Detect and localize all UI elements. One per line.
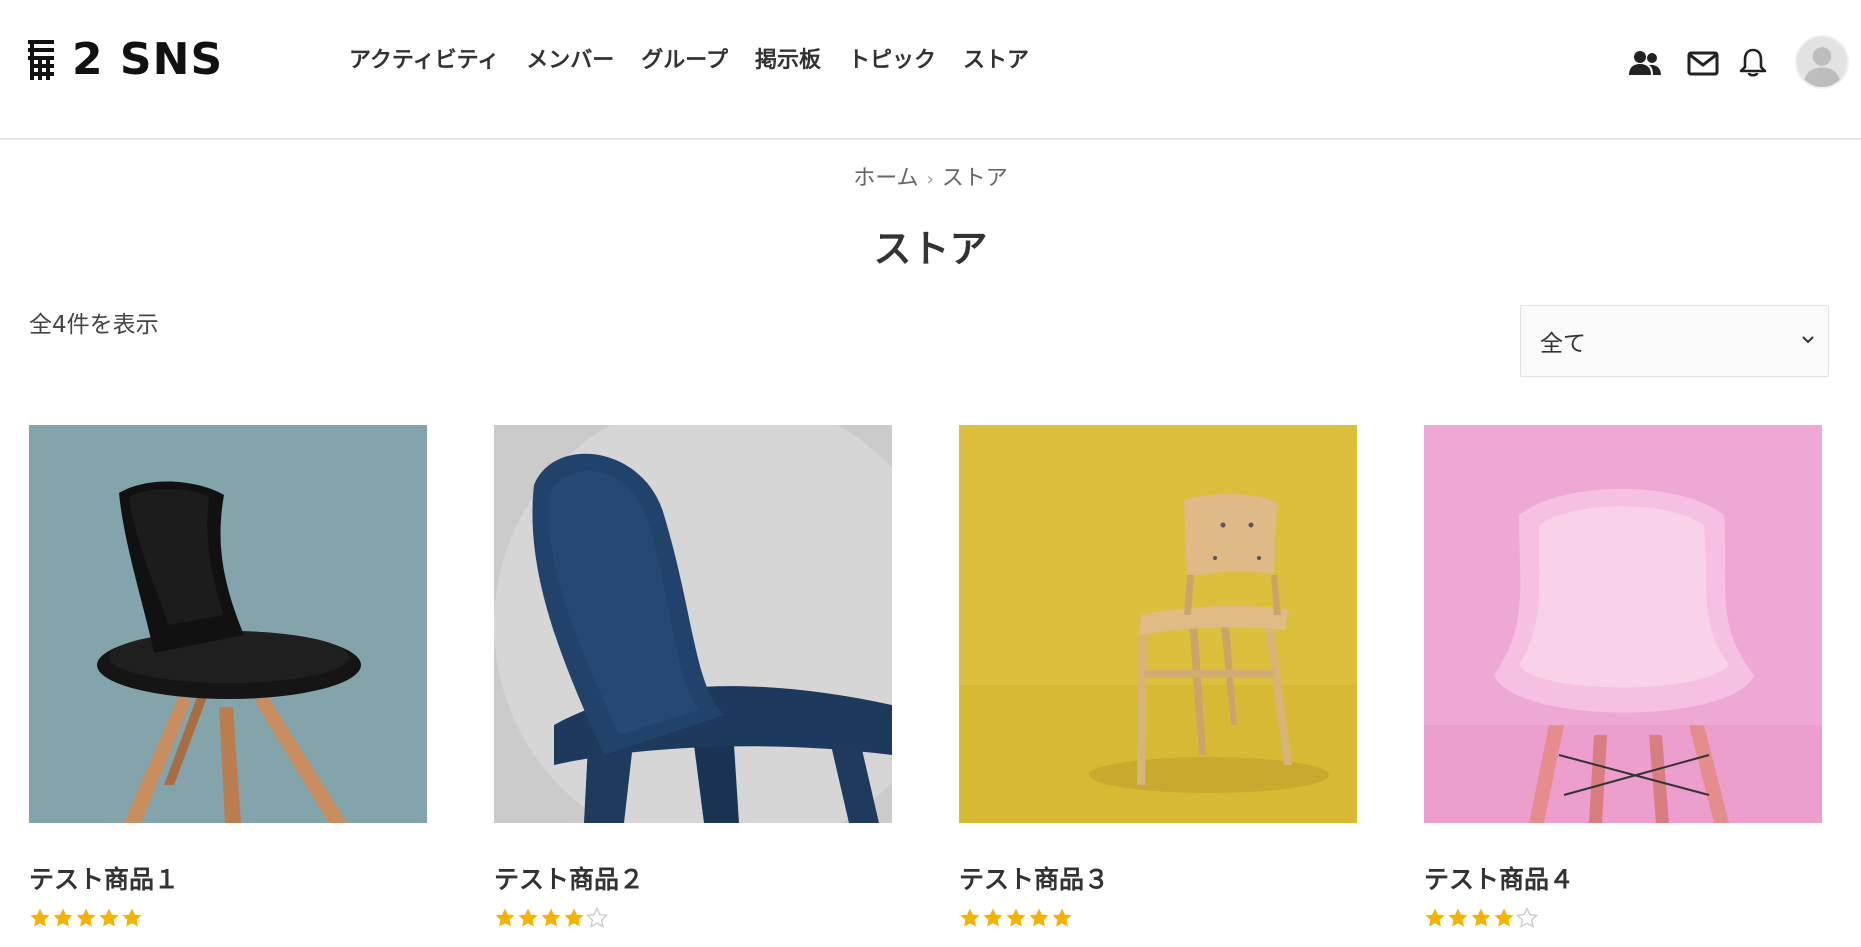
- chevron-right-icon: ›: [926, 169, 934, 190]
- breadcrumb-home[interactable]: ホーム: [853, 166, 918, 191]
- star-filled-icon: [1494, 908, 1514, 927]
- breadcrumb-current: ストア: [941, 166, 1008, 191]
- product-card: テスト商品４: [1424, 425, 1822, 931]
- star-empty-icon: [586, 907, 608, 928]
- rating-stars: [1424, 907, 1822, 931]
- bell-icon[interactable]: [1737, 48, 1769, 78]
- result-count: 全4件を表示: [29, 312, 159, 338]
- star-filled-icon: [99, 908, 119, 927]
- product-name[interactable]: テスト商品３: [959, 865, 1357, 895]
- star-filled-icon: [1029, 908, 1049, 927]
- star-filled-icon: [518, 908, 538, 927]
- product-card: テスト商品２: [494, 425, 892, 931]
- star-filled-icon: [76, 908, 96, 927]
- main-nav: アクティビティ メンバー グループ 掲示板 トピック ストア: [349, 44, 1056, 78]
- logo-mark-icon: [28, 38, 70, 82]
- star-filled-icon: [564, 908, 584, 927]
- breadcrumb: ホーム › ストア: [0, 160, 1861, 192]
- star-filled-icon: [1425, 908, 1445, 927]
- product-card: テスト商品１: [29, 425, 427, 931]
- star-filled-icon: [960, 908, 980, 927]
- product-name[interactable]: テスト商品４: [1424, 865, 1822, 895]
- avatar[interactable]: [1795, 35, 1849, 89]
- product-image[interactable]: [494, 425, 892, 823]
- star-filled-icon: [53, 908, 73, 927]
- product-name[interactable]: テスト商品２: [494, 865, 892, 895]
- product-image[interactable]: [1424, 425, 1822, 823]
- site-header: 2 SNS アクティビティ メンバー グループ 掲示板 トピック ストア: [0, 0, 1861, 140]
- site-logo[interactable]: 2 SNS: [28, 36, 223, 84]
- product-name[interactable]: テスト商品１: [29, 865, 427, 895]
- nav-item-groups[interactable]: グループ: [641, 44, 728, 78]
- product-image[interactable]: [959, 425, 1357, 823]
- chevron-down-icon: [1802, 336, 1814, 344]
- star-filled-icon: [30, 908, 50, 927]
- rating-stars: [959, 907, 1357, 931]
- members-icon[interactable]: [1628, 48, 1662, 78]
- page-title: ストア: [873, 227, 988, 271]
- product-card: テスト商品３: [959, 425, 1357, 931]
- sort-selected-value: 全て: [1540, 331, 1586, 357]
- star-filled-icon: [122, 908, 142, 927]
- logo-text: 2 SNS: [72, 34, 224, 85]
- star-empty-icon: [1516, 907, 1538, 928]
- star-filled-icon: [1006, 908, 1026, 927]
- rating-stars: [29, 907, 427, 931]
- mail-icon[interactable]: [1686, 48, 1720, 78]
- sort-select[interactable]: 全て: [1520, 305, 1829, 377]
- nav-item-topics[interactable]: トピック: [848, 44, 936, 78]
- star-filled-icon: [541, 908, 561, 927]
- nav-item-activity[interactable]: アクティビティ: [349, 44, 499, 78]
- star-filled-icon: [1471, 908, 1491, 927]
- rating-stars: [494, 907, 892, 931]
- star-filled-icon: [983, 908, 1003, 927]
- product-image[interactable]: [29, 425, 427, 823]
- star-filled-icon: [495, 908, 515, 927]
- star-filled-icon: [1448, 908, 1468, 927]
- nav-item-store[interactable]: ストア: [963, 44, 1029, 78]
- star-filled-icon: [1052, 908, 1072, 927]
- nav-item-forums[interactable]: 掲示板: [755, 44, 821, 78]
- nav-item-members[interactable]: メンバー: [526, 44, 614, 78]
